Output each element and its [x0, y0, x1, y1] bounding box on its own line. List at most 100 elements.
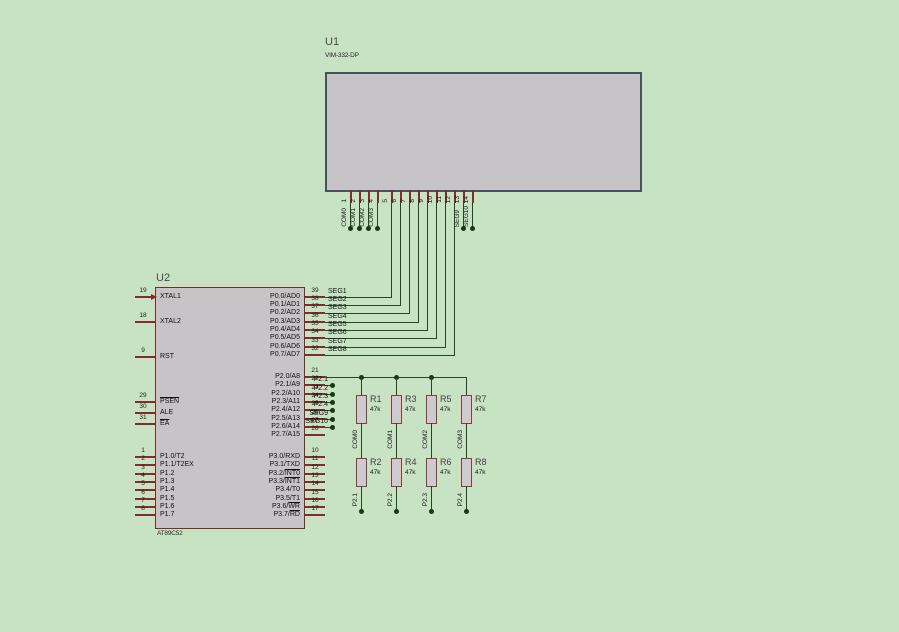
resistor-r3[interactable]: [391, 395, 402, 424]
wire[interactable]: [431, 377, 432, 395]
u1-pin-number: 3: [359, 199, 367, 203]
wire-com3[interactable]: [377, 203, 378, 228]
net-label-com0[interactable]: COM0: [352, 430, 360, 449]
junction-dot: [330, 400, 335, 405]
resistor-ref[interactable]: R2: [370, 457, 382, 467]
resistor-r1[interactable]: [356, 395, 367, 424]
wire-seg2-v[interactable]: [400, 203, 401, 305]
wire-seg3-v[interactable]: [409, 203, 410, 313]
pin-name: P1.0/T2: [160, 453, 185, 461]
wire-seg7-v[interactable]: [445, 203, 446, 347]
net-label-p2_4[interactable]: P2.4: [457, 493, 465, 506]
resistor-ref[interactable]: R1: [370, 394, 382, 404]
wire-com1[interactable]: [396, 423, 397, 458]
net-label-com3[interactable]: COM3: [457, 430, 465, 449]
wire[interactable]: [466, 377, 467, 395]
resistor-ref[interactable]: R3: [405, 394, 417, 404]
wire-seg4-v[interactable]: [418, 203, 419, 322]
pin-number: 29: [133, 392, 153, 400]
junction-dot: [330, 417, 335, 422]
pin-name: RST: [160, 353, 174, 361]
pin-name: P1.1/T2EX: [160, 461, 194, 469]
wire-seg8-h[interactable]: [325, 355, 455, 356]
net-label-seg3[interactable]: SEG3: [328, 304, 347, 312]
wire-seg10[interactable]: [472, 203, 473, 228]
net-label-p2_1[interactable]: P2.1: [352, 493, 360, 506]
net-label-com1[interactable]: COM1: [387, 430, 395, 449]
net-label-p2_1[interactable]: P2.1: [300, 376, 328, 384]
u1-pin-name: COM1: [350, 208, 358, 227]
resistor-value[interactable]: 47k: [440, 469, 450, 476]
net-label-seg10[interactable]: SEG10: [300, 418, 328, 426]
pin-number: 6: [133, 489, 153, 497]
u1-part-value[interactable]: VIM-332-DP: [325, 52, 359, 59]
wire-seg8-v[interactable]: [454, 203, 455, 355]
resistor-value[interactable]: 47k: [405, 406, 415, 413]
resistor-ref[interactable]: R5: [440, 394, 452, 404]
wire-seg5-v[interactable]: [427, 203, 428, 330]
net-label-seg8[interactable]: SEG8: [328, 346, 347, 354]
net-label-p2_2[interactable]: P2.2: [387, 493, 395, 506]
junction-dot: [330, 408, 335, 413]
net-label-seg6[interactable]: SEG6: [328, 329, 347, 337]
pin-number: 1: [133, 447, 153, 455]
wire[interactable]: [361, 377, 362, 395]
resistor-ref[interactable]: R8: [475, 457, 487, 467]
net-label-seg1[interactable]: SEG1: [328, 288, 347, 296]
pin-number: 13: [306, 472, 324, 480]
resistor-value[interactable]: 47k: [405, 469, 415, 476]
net-label-p2_3[interactable]: P2.3: [422, 493, 430, 506]
resistor-value[interactable]: 47k: [475, 406, 485, 413]
net-label-seg9[interactable]: SEG9: [300, 410, 328, 418]
pin-number: 10: [306, 447, 324, 455]
resistor-value[interactable]: 47k: [475, 469, 485, 476]
u1-pin-number: 10: [427, 196, 435, 203]
resistor-r7[interactable]: [461, 395, 472, 424]
net-label-seg5[interactable]: SEG5: [328, 321, 347, 329]
net-label-seg2[interactable]: SEG2: [328, 296, 347, 304]
wire-com1[interactable]: [359, 203, 360, 228]
wire[interactable]: [396, 377, 397, 395]
u2-part-value[interactable]: AT89C52: [157, 530, 183, 537]
resistor-value[interactable]: 47k: [370, 406, 380, 413]
wire-com0[interactable]: [350, 203, 351, 228]
pin-name: XTAL1: [160, 293, 181, 301]
u1-pin-name: COM3: [368, 208, 376, 227]
net-label-p2_4[interactable]: P2.4: [300, 401, 328, 409]
resistor-ref[interactable]: R4: [405, 457, 417, 467]
wire-seg6-v[interactable]: [436, 203, 437, 338]
net-label-p2_3[interactable]: P2.3: [300, 393, 328, 401]
pin-number: 5: [133, 480, 153, 488]
resistor-r6[interactable]: [426, 458, 437, 487]
pin-number: 7: [133, 497, 153, 505]
lcd-display-body[interactable]: [325, 72, 642, 192]
pin-name: P1.3: [160, 478, 174, 486]
resistor-value[interactable]: 47k: [370, 469, 380, 476]
pin-number: 9: [133, 347, 153, 355]
junction-dot: [394, 509, 399, 514]
wire-seg1-v[interactable]: [391, 203, 392, 297]
resistor-r8[interactable]: [461, 458, 472, 487]
pin-name: P1.4: [160, 486, 174, 494]
pin-name: P0.0/AD0: [190, 293, 300, 301]
net-label-seg7[interactable]: SEG7: [328, 338, 347, 346]
net-label-p2_2[interactable]: P2.2: [300, 385, 328, 393]
u1-pin-14: [472, 190, 474, 203]
u1-reference[interactable]: U1: [325, 36, 339, 48]
u2-reference[interactable]: U2: [156, 272, 170, 284]
wire-seg9[interactable]: [463, 203, 464, 228]
resistor-r4[interactable]: [391, 458, 402, 487]
net-label-seg4[interactable]: SEG4: [328, 313, 347, 321]
net-label-com2[interactable]: COM2: [422, 430, 430, 449]
wire-com3[interactable]: [466, 423, 467, 458]
resistor-r2[interactable]: [356, 458, 367, 487]
pin-number: 37: [306, 303, 324, 311]
resistor-ref[interactable]: R7: [475, 394, 487, 404]
resistor-ref[interactable]: R6: [440, 457, 452, 467]
resistor-r5[interactable]: [426, 395, 437, 424]
wire-com0[interactable]: [361, 423, 362, 458]
resistor-value[interactable]: 47k: [440, 406, 450, 413]
wire-com2[interactable]: [431, 423, 432, 458]
wire-com2[interactable]: [368, 203, 369, 228]
u1-pin-number: 8: [409, 199, 417, 203]
